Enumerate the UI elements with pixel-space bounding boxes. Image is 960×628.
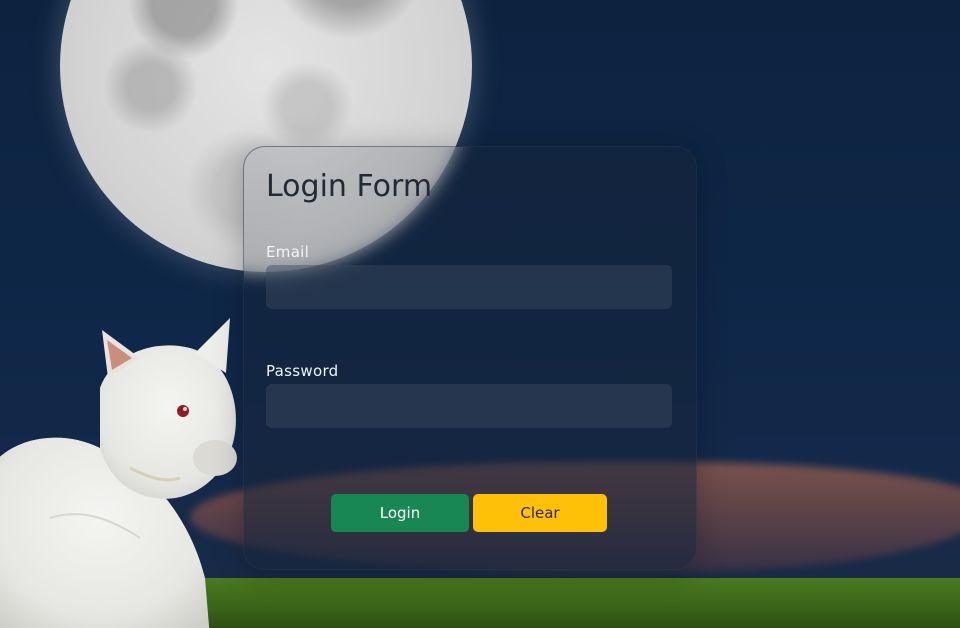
- email-label: Email: [266, 243, 310, 261]
- login-card: Login Form Email Password Login Clear: [243, 146, 697, 570]
- password-input[interactable]: [266, 384, 672, 428]
- password-label: Password: [266, 362, 339, 380]
- background-scene: Login Form Email Password Login Clear: [0, 0, 960, 628]
- login-button[interactable]: Login: [331, 494, 469, 532]
- form-title: Login Form: [266, 169, 433, 204]
- email-input[interactable]: [266, 265, 672, 309]
- cat-illustration: [0, 318, 237, 628]
- clear-button[interactable]: Clear: [473, 494, 607, 532]
